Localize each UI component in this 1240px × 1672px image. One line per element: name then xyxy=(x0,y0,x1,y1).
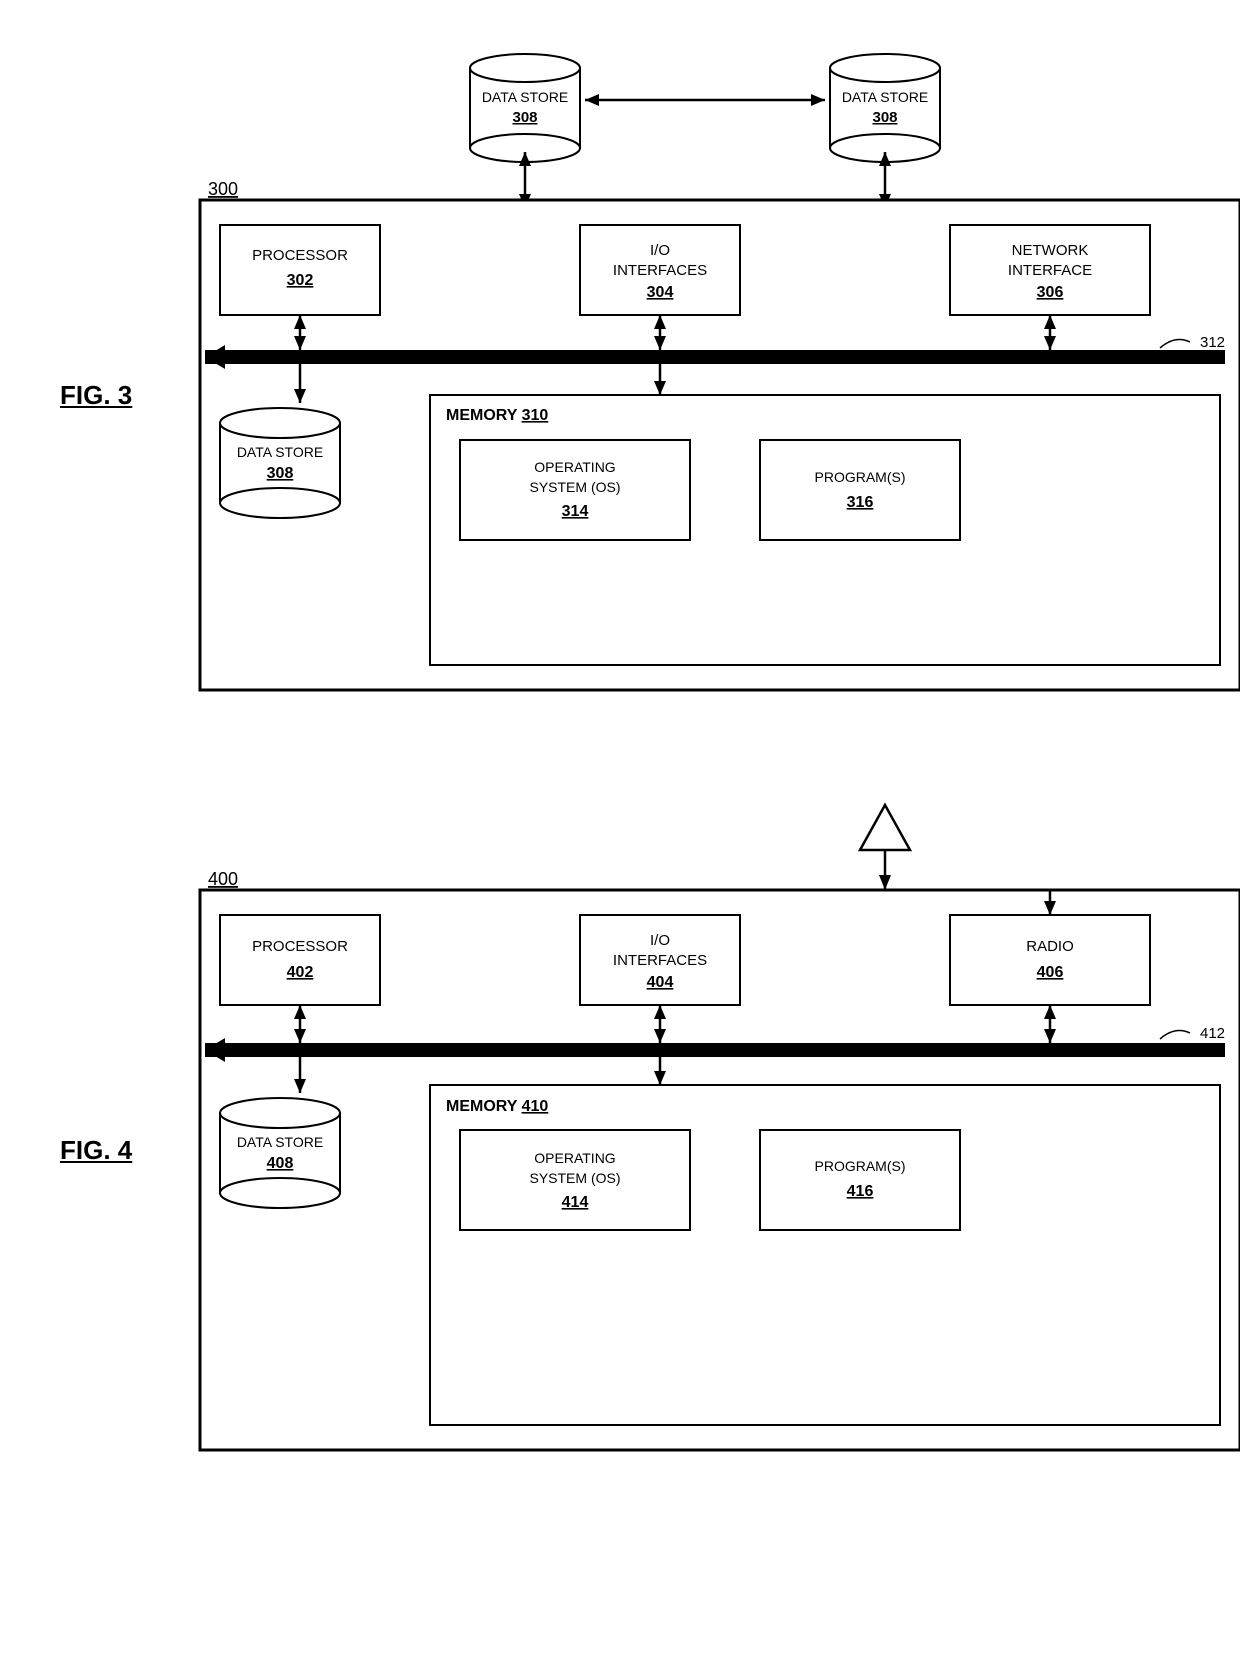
svg-text:308: 308 xyxy=(872,109,897,126)
svg-text:OPERATING: OPERATING xyxy=(534,1150,615,1166)
svg-text:306: 306 xyxy=(1037,284,1064,301)
svg-text:308: 308 xyxy=(267,465,294,482)
svg-text:PROCESSOR: PROCESSOR xyxy=(252,247,348,264)
svg-text:INTERFACES: INTERFACES xyxy=(613,952,707,969)
svg-text:316: 316 xyxy=(847,494,874,511)
svg-text:402: 402 xyxy=(287,964,314,981)
fig4-label: FIG. 4 xyxy=(60,1135,132,1166)
svg-text:SYSTEM (OS): SYSTEM (OS) xyxy=(529,1170,620,1186)
svg-text:NETWORK: NETWORK xyxy=(1012,242,1089,259)
fig3-section: FIG. 3 DATA STORE 308 xyxy=(60,40,1180,725)
svg-text:INTERFACES: INTERFACES xyxy=(613,262,707,279)
fig4-diagram: 400 PROCESSOR 402 I/O INTERFACES 404 RAD… xyxy=(190,795,1180,1500)
svg-text:406: 406 xyxy=(1037,964,1064,981)
datastore-fig4: DATA STORE 408 xyxy=(220,1098,340,1208)
svg-text:OPERATING: OPERATING xyxy=(534,459,615,475)
svg-text:DATA STORE: DATA STORE xyxy=(842,89,928,105)
fig4-svg: 400 PROCESSOR 402 I/O INTERFACES 404 RAD… xyxy=(190,795,1240,1495)
svg-text:412: 412 xyxy=(1200,1025,1225,1042)
datastore-top-left: DATA STORE 308 xyxy=(470,54,580,162)
svg-text:308: 308 xyxy=(512,109,537,126)
svg-text:PROCESSOR: PROCESSOR xyxy=(252,938,348,955)
svg-text:DATA STORE: DATA STORE xyxy=(237,1134,323,1150)
svg-text:304: 304 xyxy=(647,284,674,301)
svg-text:I/O: I/O xyxy=(650,932,670,949)
svg-text:PROGRAM(S): PROGRAM(S) xyxy=(815,1158,906,1174)
svg-text:404: 404 xyxy=(647,974,674,991)
fig3-diagram: DATA STORE 308 DATA STORE 308 xyxy=(190,40,1180,725)
svg-text:RADIO: RADIO xyxy=(1026,938,1074,955)
svg-text:I/O: I/O xyxy=(650,242,670,259)
svg-text:MEMORY 410: MEMORY 410 xyxy=(446,1098,548,1115)
fig3-svg: DATA STORE 308 DATA STORE 308 xyxy=(190,40,1240,720)
svg-text:DATA STORE: DATA STORE xyxy=(237,444,323,460)
svg-text:414: 414 xyxy=(562,1194,589,1211)
fig4-section: FIG. 4 400 PROCESSOR 402 xyxy=(60,795,1180,1500)
svg-text:DATA STORE: DATA STORE xyxy=(482,89,568,105)
svg-text:416: 416 xyxy=(847,1183,874,1200)
datastore-bottom-left: DATA STORE 308 xyxy=(220,408,340,518)
svg-text:312: 312 xyxy=(1200,334,1225,351)
svg-text:408: 408 xyxy=(267,1155,294,1172)
svg-text:400: 400 xyxy=(208,869,238,889)
svg-text:300: 300 xyxy=(208,179,238,199)
svg-text:PROGRAM(S): PROGRAM(S) xyxy=(815,469,906,485)
svg-text:INTERFACE: INTERFACE xyxy=(1008,262,1092,279)
datastore-top-right: DATA STORE 308 xyxy=(830,54,940,162)
fig3-label: FIG. 3 xyxy=(60,380,132,411)
svg-text:302: 302 xyxy=(287,272,314,289)
svg-text:SYSTEM (OS): SYSTEM (OS) xyxy=(529,479,620,495)
svg-text:314: 314 xyxy=(562,503,589,520)
page: FIG. 3 DATA STORE 308 xyxy=(0,0,1240,1672)
svg-text:MEMORY 310: MEMORY 310 xyxy=(446,407,548,424)
